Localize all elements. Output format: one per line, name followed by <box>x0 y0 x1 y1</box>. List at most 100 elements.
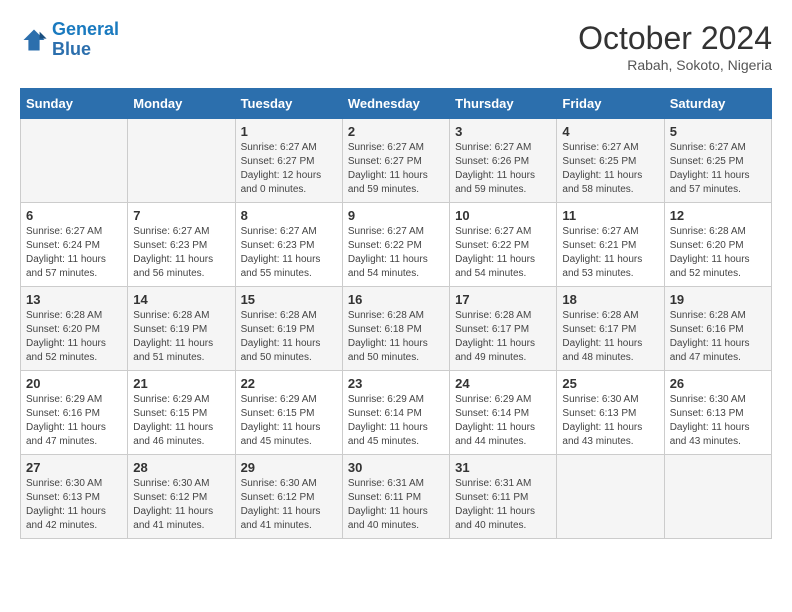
calendar-day-cell: 25Sunrise: 6:30 AM Sunset: 6:13 PM Dayli… <box>557 371 664 455</box>
day-number: 12 <box>670 208 766 223</box>
day-number: 5 <box>670 124 766 139</box>
calendar-day-cell: 16 Sunrise: 6:28 AM Sunset: 6:18 PM Dayli… <box>342 287 449 371</box>
weekday-header-cell: Wednesday <box>342 89 449 119</box>
weekday-header-cell: Monday <box>128 89 235 119</box>
day-number: 24 <box>455 376 551 391</box>
day-number: 28 <box>133 460 229 475</box>
calendar-day-cell <box>21 119 128 203</box>
calendar-week-row: 20Sunrise: 6:29 AM Sunset: 6:16 PM Dayli… <box>21 371 772 455</box>
day-number: 3 <box>455 124 551 139</box>
calendar-day-cell <box>664 455 771 539</box>
day-info: Sunrise: 6:30 AM Sunset: 6:12 PM Dayligh… <box>133 477 229 533</box>
day-info: Sunrise: 6:28 AM Sunset: 6:17 PM Dayligh… <box>562 309 658 365</box>
day-number: 22 <box>241 376 337 391</box>
calendar-day-cell: 30 Sunrise: 6:31 AM Sunset: 6:11 PM Dayli… <box>342 455 449 539</box>
day-info: Sunrise: 6:29 AM Sunset: 6:14 PM Dayligh… <box>348 393 444 449</box>
calendar-week-row: 13 Sunrise: 6:28 AM Sunset: 6:20 PM Dayli… <box>21 287 772 371</box>
day-info: Sunrise: 6:28 AM Sunset: 6:17 PM Dayligh… <box>455 309 551 365</box>
weekday-header-cell: Friday <box>557 89 664 119</box>
calendar-day-cell: 20Sunrise: 6:29 AM Sunset: 6:16 PM Dayli… <box>21 371 128 455</box>
calendar-day-cell: 6Sunrise: 6:27 AM Sunset: 6:24 PM Daylig… <box>21 203 128 287</box>
calendar-day-cell: 24Sunrise: 6:29 AM Sunset: 6:14 PM Dayli… <box>450 371 557 455</box>
day-number: 25 <box>562 376 658 391</box>
day-info: Sunrise: 6:27 AM Sunset: 6:25 PM Dayligh… <box>562 141 658 197</box>
day-number: 27 <box>26 460 122 475</box>
day-info: Sunrise: 6:27 AM Sunset: 6:23 PM Dayligh… <box>241 225 337 281</box>
day-info: Sunrise: 6:27 AM Sunset: 6:22 PM Dayligh… <box>348 225 444 281</box>
day-info: Sunrise: 6:29 AM Sunset: 6:16 PM Dayligh… <box>26 393 122 449</box>
calendar-day-cell: 28 Sunrise: 6:30 AM Sunset: 6:12 PM Dayli… <box>128 455 235 539</box>
calendar-day-cell: 31 Sunrise: 6:31 AM Sunset: 6:11 PM Dayli… <box>450 455 557 539</box>
calendar-day-cell: 3 Sunrise: 6:27 AM Sunset: 6:26 PM Daylig… <box>450 119 557 203</box>
calendar-day-cell: 5Sunrise: 6:27 AM Sunset: 6:25 PM Daylig… <box>664 119 771 203</box>
calendar-day-cell: 13 Sunrise: 6:28 AM Sunset: 6:20 PM Dayli… <box>21 287 128 371</box>
day-number: 7 <box>133 208 229 223</box>
calendar-day-cell: 15Sunrise: 6:28 AM Sunset: 6:19 PM Dayli… <box>235 287 342 371</box>
day-number: 4 <box>562 124 658 139</box>
day-info: Sunrise: 6:31 AM Sunset: 6:11 PM Dayligh… <box>348 477 444 533</box>
calendar-day-cell: 23 Sunrise: 6:29 AM Sunset: 6:14 PM Dayli… <box>342 371 449 455</box>
calendar-day-cell <box>128 119 235 203</box>
weekday-header-cell: Saturday <box>664 89 771 119</box>
day-number: 26 <box>670 376 766 391</box>
day-number: 2 <box>348 124 444 139</box>
calendar-day-cell: 17 Sunrise: 6:28 AM Sunset: 6:17 PM Dayli… <box>450 287 557 371</box>
page-header: General Blue October 2024 Rabah, Sokoto,… <box>20 20 772 73</box>
day-number: 6 <box>26 208 122 223</box>
day-info: Sunrise: 6:29 AM Sunset: 6:15 PM Dayligh… <box>133 393 229 449</box>
logo-line2: Blue <box>52 39 91 59</box>
day-info: Sunrise: 6:27 AM Sunset: 6:26 PM Dayligh… <box>455 141 551 197</box>
calendar-header-row: SundayMondayTuesdayWednesdayThursdayFrid… <box>21 89 772 119</box>
day-number: 31 <box>455 460 551 475</box>
calendar-day-cell: 22 Sunrise: 6:29 AM Sunset: 6:15 PM Dayli… <box>235 371 342 455</box>
calendar-day-cell: 19Sunrise: 6:28 AM Sunset: 6:16 PM Dayli… <box>664 287 771 371</box>
day-info: Sunrise: 6:27 AM Sunset: 6:21 PM Dayligh… <box>562 225 658 281</box>
weekday-header-cell: Sunday <box>21 89 128 119</box>
weekday-header-cell: Tuesday <box>235 89 342 119</box>
calendar-week-row: 6Sunrise: 6:27 AM Sunset: 6:24 PM Daylig… <box>21 203 772 287</box>
day-info: Sunrise: 6:30 AM Sunset: 6:13 PM Dayligh… <box>26 477 122 533</box>
day-number: 16 <box>348 292 444 307</box>
day-number: 9 <box>348 208 444 223</box>
calendar-week-row: 27 Sunrise: 6:30 AM Sunset: 6:13 PM Dayli… <box>21 455 772 539</box>
logo-icon <box>20 26 48 54</box>
day-info: Sunrise: 6:27 AM Sunset: 6:23 PM Dayligh… <box>133 225 229 281</box>
day-number: 14 <box>133 292 229 307</box>
day-info: Sunrise: 6:28 AM Sunset: 6:20 PM Dayligh… <box>670 225 766 281</box>
day-info: Sunrise: 6:27 AM Sunset: 6:27 PM Dayligh… <box>241 141 337 197</box>
logo: General Blue <box>20 20 119 60</box>
day-info: Sunrise: 6:28 AM Sunset: 6:18 PM Dayligh… <box>348 309 444 365</box>
day-info: Sunrise: 6:30 AM Sunset: 6:12 PM Dayligh… <box>241 477 337 533</box>
day-info: Sunrise: 6:31 AM Sunset: 6:11 PM Dayligh… <box>455 477 551 533</box>
calendar-day-cell: 21 Sunrise: 6:29 AM Sunset: 6:15 PM Dayli… <box>128 371 235 455</box>
calendar-day-cell: 26Sunrise: 6:30 AM Sunset: 6:13 PM Dayli… <box>664 371 771 455</box>
day-number: 17 <box>455 292 551 307</box>
day-number: 13 <box>26 292 122 307</box>
calendar-week-row: 1 Sunrise: 6:27 AM Sunset: 6:27 PM Daylig… <box>21 119 772 203</box>
month-title: October 2024 <box>578 20 772 57</box>
day-info: Sunrise: 6:29 AM Sunset: 6:15 PM Dayligh… <box>241 393 337 449</box>
calendar-body: 1 Sunrise: 6:27 AM Sunset: 6:27 PM Daylig… <box>21 119 772 539</box>
calendar-day-cell: 12 Sunrise: 6:28 AM Sunset: 6:20 PM Dayli… <box>664 203 771 287</box>
day-info: Sunrise: 6:27 AM Sunset: 6:22 PM Dayligh… <box>455 225 551 281</box>
calendar-day-cell: 9 Sunrise: 6:27 AM Sunset: 6:22 PM Daylig… <box>342 203 449 287</box>
calendar-day-cell <box>557 455 664 539</box>
calendar-day-cell: 29 Sunrise: 6:30 AM Sunset: 6:12 PM Dayli… <box>235 455 342 539</box>
day-number: 21 <box>133 376 229 391</box>
title-block: October 2024 Rabah, Sokoto, Nigeria <box>578 20 772 73</box>
day-number: 23 <box>348 376 444 391</box>
calendar-day-cell: 7 Sunrise: 6:27 AM Sunset: 6:23 PM Daylig… <box>128 203 235 287</box>
logo-text: General Blue <box>52 20 119 60</box>
logo-line1: General <box>52 19 119 39</box>
day-info: Sunrise: 6:27 AM Sunset: 6:27 PM Dayligh… <box>348 141 444 197</box>
day-number: 30 <box>348 460 444 475</box>
day-number: 1 <box>241 124 337 139</box>
calendar-day-cell: 18 Sunrise: 6:28 AM Sunset: 6:17 PM Dayli… <box>557 287 664 371</box>
day-info: Sunrise: 6:28 AM Sunset: 6:20 PM Dayligh… <box>26 309 122 365</box>
location-subtitle: Rabah, Sokoto, Nigeria <box>578 57 772 73</box>
day-number: 19 <box>670 292 766 307</box>
day-number: 18 <box>562 292 658 307</box>
day-number: 29 <box>241 460 337 475</box>
calendar-day-cell: 10Sunrise: 6:27 AM Sunset: 6:22 PM Dayli… <box>450 203 557 287</box>
calendar-day-cell: 4 Sunrise: 6:27 AM Sunset: 6:25 PM Daylig… <box>557 119 664 203</box>
